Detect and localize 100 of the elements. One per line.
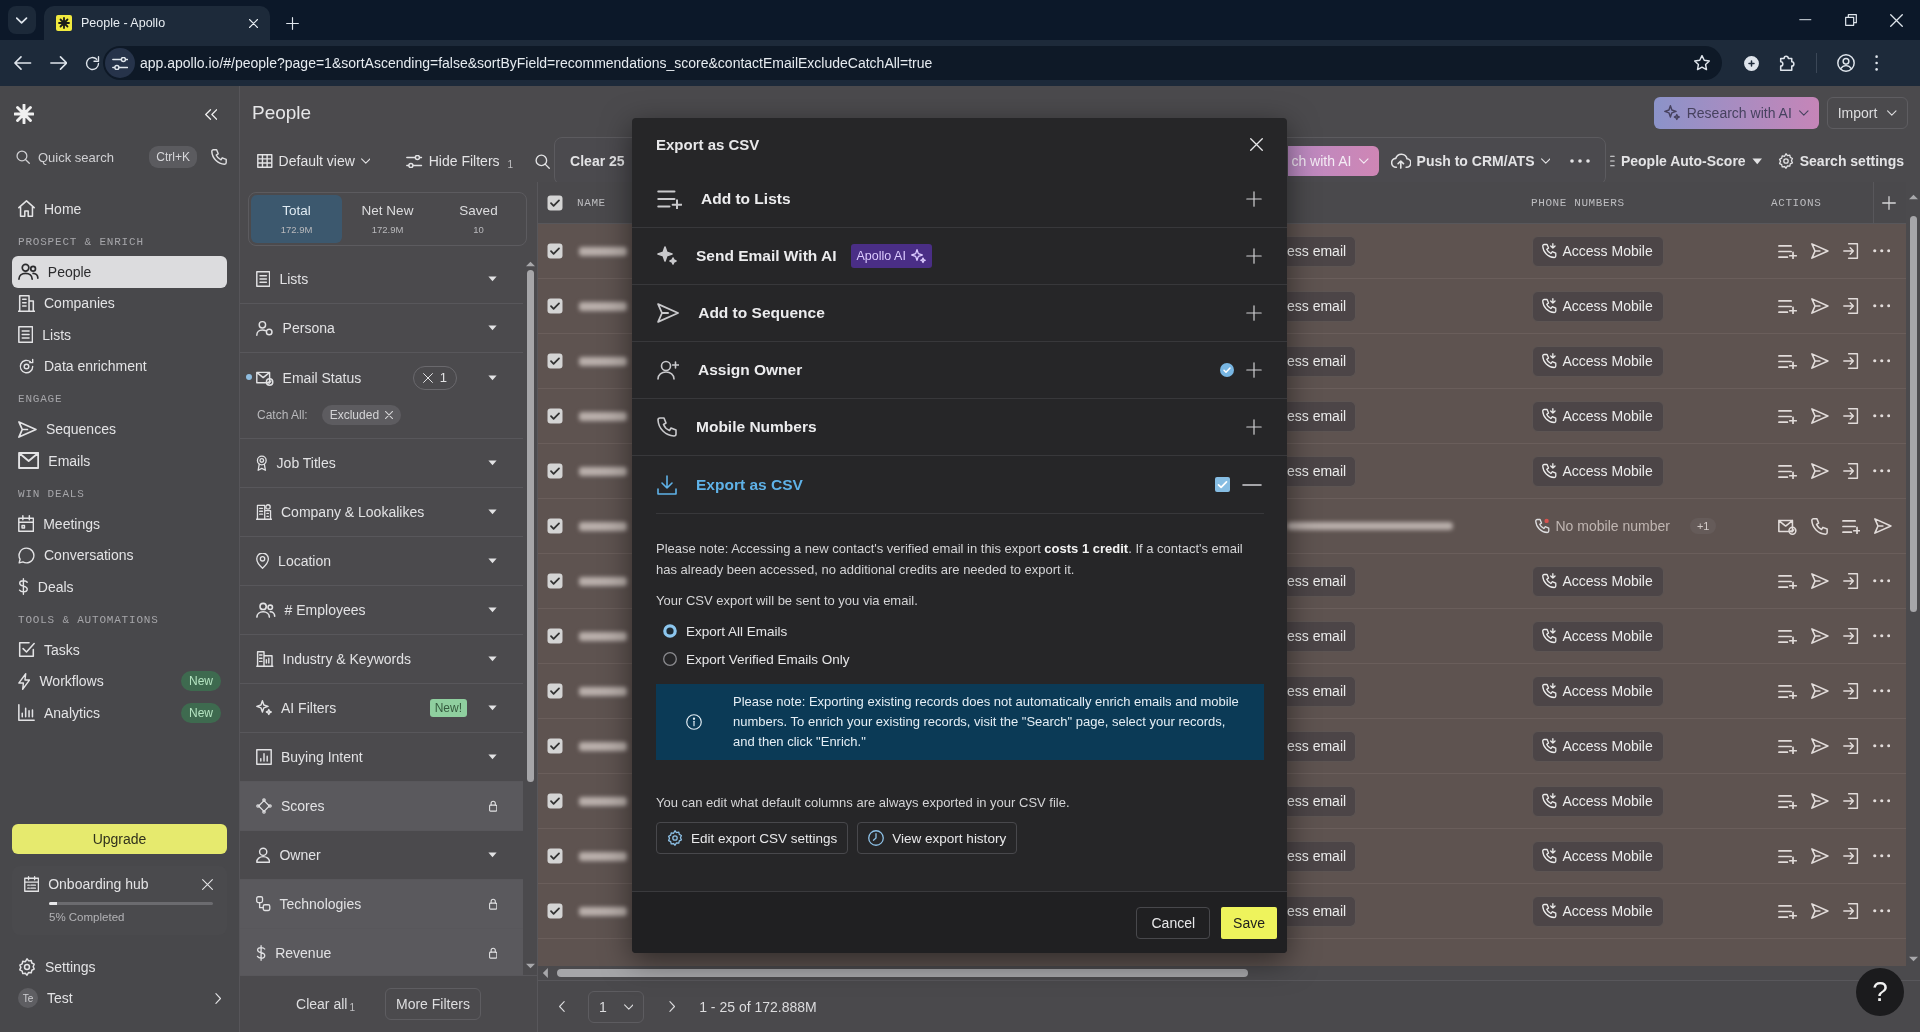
- site-info-button[interactable]: [105, 48, 135, 78]
- access-mobile-button[interactable]: Access Mobile: [1532, 290, 1664, 322]
- export-option-row[interactable]: Add to Lists: [632, 171, 1287, 228]
- access-mobile-button[interactable]: Access Mobile: [1532, 565, 1664, 597]
- arrow-into-box-icon[interactable]: [1842, 628, 1859, 644]
- arrow-into-box-icon[interactable]: [1842, 573, 1859, 589]
- send-icon[interactable]: [1810, 298, 1829, 314]
- send-icon[interactable]: [1810, 683, 1829, 699]
- access-email-button[interactable]: ess email: [1285, 345, 1357, 377]
- quick-search-button[interactable]: Quick search Ctrl+K: [12, 142, 197, 172]
- nav-item[interactable]: Workflows New: [12, 665, 227, 697]
- arrow-into-box-icon[interactable]: [1842, 243, 1859, 259]
- edit-settings-button[interactable]: Edit export CSV settings: [656, 822, 849, 854]
- access-mobile-button[interactable]: Access Mobile: [1532, 730, 1664, 762]
- checkbox-checked[interactable]: [547, 518, 563, 534]
- checkbox-checked[interactable]: [1215, 477, 1230, 492]
- checkbox-checked[interactable]: [547, 194, 563, 211]
- access-mobile-button[interactable]: Access Mobile: [1532, 400, 1664, 432]
- access-email-button[interactable]: ess email: [1285, 620, 1357, 652]
- scrollbar[interactable]: [556, 969, 1248, 977]
- count-tab[interactable]: Net New 172.9M: [342, 195, 433, 243]
- send-icon[interactable]: [1810, 463, 1829, 479]
- nav-item[interactable]: Home: [12, 193, 227, 225]
- auto-score-dropdown[interactable]: People Auto-Score: [1610, 153, 1763, 169]
- close-tab-icon[interactable]: [249, 18, 258, 28]
- collapse-icon[interactable]: [204, 108, 217, 120]
- expand-plus-icon[interactable]: [1246, 419, 1262, 435]
- arrow-into-box-icon[interactable]: [1842, 848, 1859, 864]
- expand-plus-icon[interactable]: [1246, 362, 1262, 378]
- nav-item[interactable]: Data enrichment: [12, 350, 227, 382]
- push-crm-button[interactable]: Push to CRM/ATS: [1390, 153, 1551, 169]
- access-email-button[interactable]: ess email: [1285, 400, 1357, 432]
- access-mobile-button[interactable]: Access Mobile: [1532, 235, 1664, 267]
- send-icon[interactable]: [1810, 243, 1829, 259]
- radio-selected[interactable]: [663, 624, 677, 638]
- access-email-button[interactable]: ess email: [1285, 895, 1357, 927]
- filter-item[interactable]: Industry & Keywords: [240, 635, 523, 684]
- more-icon[interactable]: [1872, 304, 1891, 308]
- page-select[interactable]: 1: [588, 990, 645, 1023]
- new-tab-icon[interactable]: [286, 16, 299, 30]
- access-mobile-button[interactable]: Access Mobile: [1532, 455, 1664, 487]
- cancel-button[interactable]: Cancel: [1136, 906, 1211, 939]
- export-option-row[interactable]: Send Email With AI Apollo AI: [632, 228, 1287, 285]
- list-plus-icon[interactable]: [1778, 738, 1797, 754]
- access-email-button[interactable]: ess email: [1285, 565, 1357, 597]
- arrow-into-box-icon[interactable]: [1842, 353, 1859, 369]
- count-tab[interactable]: Total 172.9M: [251, 195, 342, 243]
- list-plus-icon[interactable]: [1778, 903, 1797, 919]
- arrow-into-box-icon[interactable]: [1842, 903, 1859, 919]
- more-filters-button[interactable]: More Filters: [385, 988, 481, 1020]
- arrow-into-box-icon[interactable]: [1842, 298, 1859, 314]
- account-item[interactable]: Te Test: [12, 982, 227, 1014]
- checkbox-checked[interactable]: [547, 243, 563, 259]
- search-icon[interactable]: [535, 153, 551, 169]
- list-plus-icon[interactable]: [1778, 573, 1797, 589]
- nav-item[interactable]: Lists: [12, 319, 227, 351]
- arrow-into-box-icon[interactable]: [1842, 738, 1859, 754]
- extension-icon[interactable]: [1744, 55, 1759, 71]
- send-icon[interactable]: [1810, 793, 1829, 809]
- upgrade-button[interactable]: Upgrade: [12, 824, 227, 854]
- menu-icon[interactable]: [1875, 55, 1879, 71]
- checkbox-checked[interactable]: [547, 573, 563, 589]
- send-icon[interactable]: [1810, 408, 1829, 424]
- list-plus-icon[interactable]: [1778, 628, 1797, 644]
- more-icon[interactable]: [1872, 634, 1891, 638]
- access-email-button[interactable]: ess email: [1285, 785, 1357, 817]
- arrow-into-box-icon[interactable]: [1842, 463, 1859, 479]
- nav-item[interactable]: Deals: [12, 571, 227, 603]
- tab-search-button[interactable]: [8, 6, 36, 34]
- nav-item[interactable]: Conversations: [12, 539, 227, 571]
- more-icon[interactable]: [1872, 909, 1891, 913]
- checkbox-checked[interactable]: [547, 353, 563, 369]
- more-icon[interactable]: [1872, 579, 1891, 583]
- phone-icon[interactable]: [1810, 517, 1828, 535]
- send-icon[interactable]: [1810, 628, 1829, 644]
- list-plus-icon[interactable]: [1778, 463, 1797, 479]
- hide-filters-button[interactable]: Hide Filters 1: [406, 152, 514, 170]
- access-mobile-button[interactable]: Access Mobile: [1532, 895, 1664, 927]
- settings-item[interactable]: Settings: [12, 951, 227, 983]
- radio-button[interactable]: [663, 652, 677, 666]
- send-icon[interactable]: [1810, 573, 1829, 589]
- send-icon[interactable]: [1874, 518, 1893, 534]
- filter-value-chip[interactable]: Excluded: [321, 405, 402, 425]
- nav-item[interactable]: Companies: [12, 287, 227, 319]
- access-email-button[interactable]: ess email: [1285, 730, 1357, 762]
- back-icon[interactable]: [14, 56, 32, 70]
- mail-check-icon[interactable]: [1778, 517, 1797, 535]
- filter-item[interactable]: Lists: [240, 255, 523, 304]
- phone-icon[interactable]: [211, 149, 227, 165]
- nav-item[interactable]: Sequences: [12, 413, 227, 445]
- access-mobile-button[interactable]: Access Mobile: [1532, 620, 1664, 652]
- nav-item[interactable]: Tasks: [12, 634, 227, 666]
- export-option-row[interactable]: Add to Sequence: [632, 285, 1287, 342]
- filter-item[interactable]: Scores: [240, 782, 523, 831]
- search-settings-button[interactable]: Search settings: [1777, 153, 1904, 169]
- more-icon[interactable]: [1872, 469, 1891, 473]
- list-plus-icon[interactable]: [1778, 353, 1797, 369]
- expand-plus-icon[interactable]: [1246, 305, 1262, 321]
- star-icon[interactable]: [1694, 55, 1710, 71]
- send-icon[interactable]: [1810, 903, 1829, 919]
